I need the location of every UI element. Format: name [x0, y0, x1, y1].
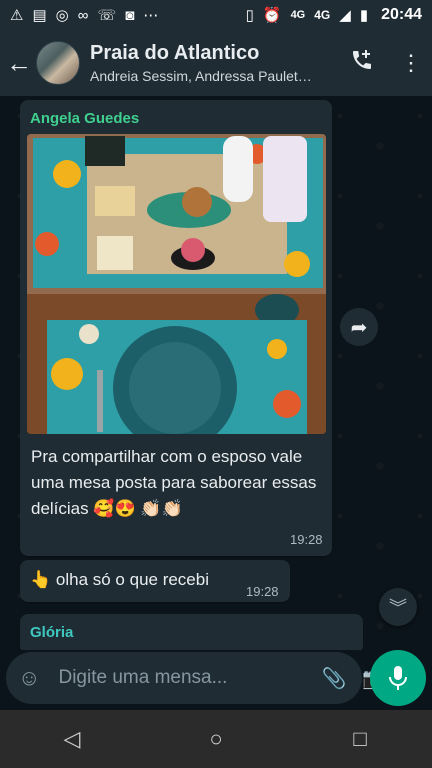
instagram-icon: ◙	[125, 6, 135, 24]
warning-icon: ⚠	[10, 6, 24, 24]
chat-header: ← Praia do Atlantico Andreia Sessim, And…	[0, 30, 432, 96]
status-bar: ⚠ ▤ ◎ ∞ ☏ ◙ ⋯ ▯ ⏰ 4G 4G ◢ ▮ 20:44	[0, 0, 432, 30]
shared-photo[interactable]	[27, 134, 326, 434]
forward-arrow-icon: ➦	[350, 316, 368, 339]
message-time: 19:28	[246, 584, 279, 599]
chat-area[interactable]: Angela Guedes Pra compartilhar com o esp…	[0, 96, 432, 650]
message-bubble-partial[interactable]: Glória	[20, 614, 363, 650]
composer-bar: ☺ 📎 📷	[0, 650, 432, 710]
message-text: 👆 olha só o que recebi	[30, 570, 209, 589]
vibrate-icon: ▯	[245, 6, 254, 24]
message-caption: Pra compartilhar com o esposo vale uma m…	[31, 447, 317, 518]
add-call-icon[interactable]	[350, 48, 374, 78]
network-label-b: 4G	[314, 8, 331, 22]
clock: 20:44	[381, 6, 422, 23]
nav-recents-icon[interactable]: □	[340, 726, 380, 752]
back-arrow-icon[interactable]: ←	[6, 48, 32, 78]
sender-name: Angela Guedes	[30, 110, 140, 127]
double-chevron-down-icon: ︾	[389, 598, 407, 618]
nav-home-icon[interactable]: ○	[196, 726, 236, 752]
menu-dots-icon[interactable]: ⋮	[400, 50, 422, 76]
message-time: 19:28	[290, 532, 323, 547]
signal-icon: ◢	[339, 6, 351, 24]
composer-box: ☺ 📎 📷	[6, 652, 387, 704]
news-icon: ▤	[32, 6, 47, 24]
chat-title-area[interactable]: Praia do Atlantico Andreia Sessim, Andre…	[90, 42, 340, 84]
group-name: Praia do Atlantico	[90, 42, 260, 64]
chrome-icon: ◎	[55, 6, 69, 24]
attach-paperclip-icon[interactable]: 📎	[321, 666, 346, 691]
status-left: ⚠ ▤ ◎ ∞ ☏ ◙ ⋯	[10, 8, 158, 23]
add-call-svg	[353, 50, 371, 69]
message-bubble-photo[interactable]: Angela Guedes Pra compartilhar com o esp…	[20, 100, 332, 556]
sender-name: Glória	[30, 624, 74, 641]
microphone-icon	[389, 666, 407, 690]
battery-icon: ▮	[359, 6, 369, 24]
voicemail-icon: ∞	[77, 6, 89, 24]
message-input[interactable]	[56, 666, 306, 690]
group-avatar[interactable]	[36, 41, 80, 85]
header-actions: ⋮	[350, 48, 422, 78]
mic-button[interactable]	[370, 650, 426, 706]
forward-button[interactable]: ➦	[340, 308, 378, 346]
table-setting-image	[27, 134, 326, 434]
alarm-icon: ⏰	[262, 6, 282, 24]
emoji-icon[interactable]: ☺	[18, 665, 40, 691]
message-bubble-text[interactable]: 👆 olha só o que recebi 19:28	[20, 560, 290, 602]
network-label-a: 4G	[290, 9, 306, 21]
status-right: ▯ ⏰ 4G 4G ◢ ▮ 20:44	[246, 6, 422, 24]
scroll-to-bottom-button[interactable]: ︾	[379, 588, 417, 626]
nav-back-icon[interactable]: ◁	[52, 726, 92, 752]
system-nav-bar: ◁ ○ □	[0, 710, 432, 768]
missed-call-icon: ☏	[97, 6, 117, 24]
group-members: Andreia Sessim, Andressa Paulet…	[90, 68, 312, 84]
more-dots-icon: ⋯	[143, 6, 159, 24]
